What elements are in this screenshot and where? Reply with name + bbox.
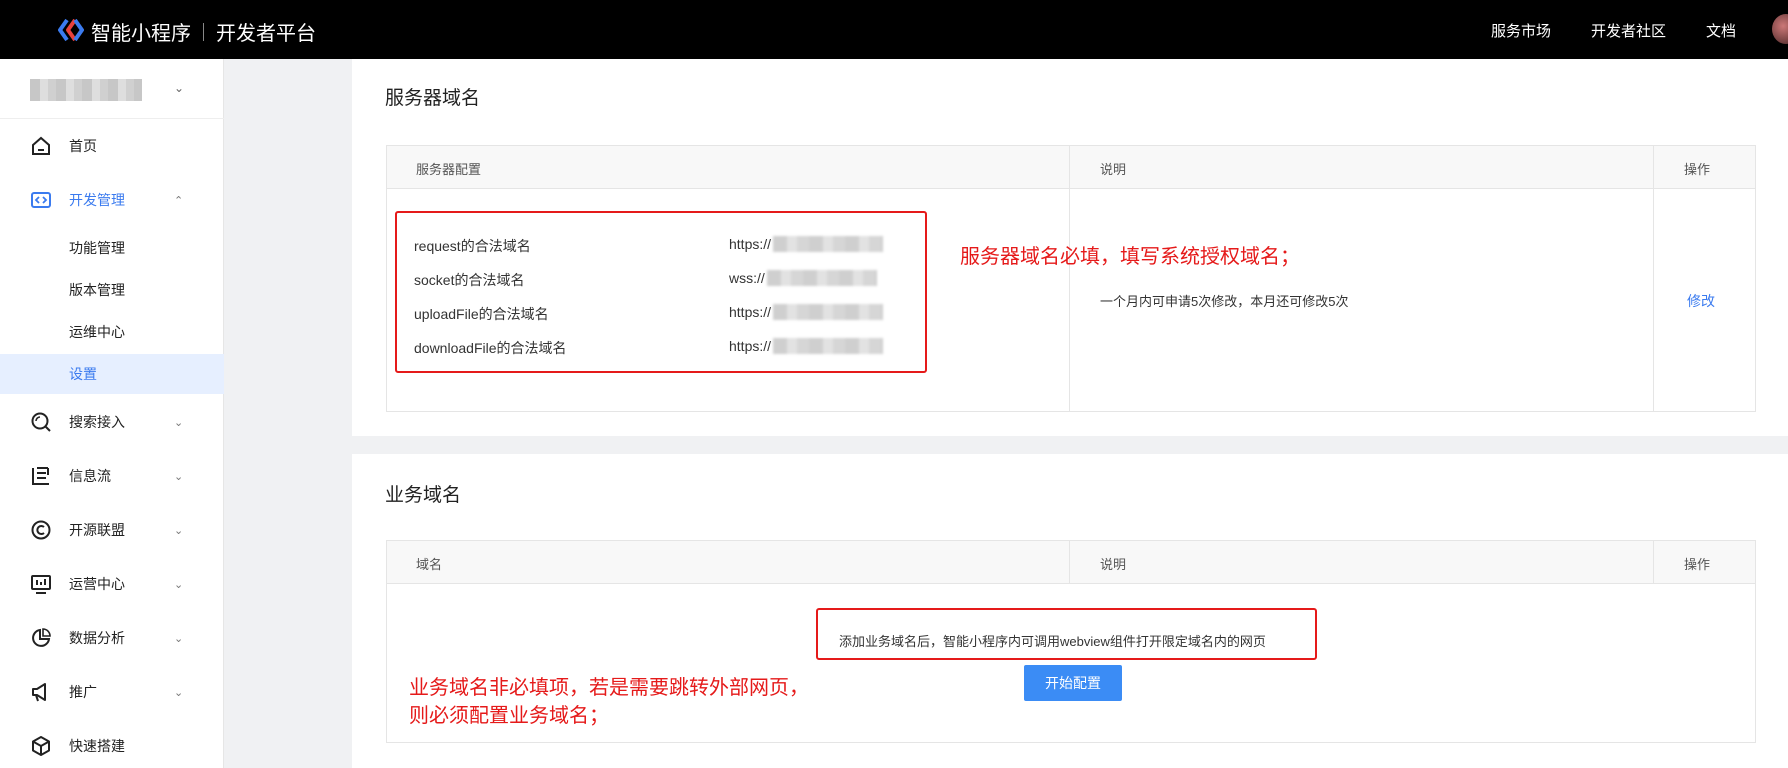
chevron-up-icon: ⌃	[174, 194, 184, 207]
header-domain: 域名	[416, 557, 443, 572]
header-description: 说明	[1100, 162, 1127, 177]
sidebar-subitem-ops-center[interactable]: 运维中心	[0, 312, 224, 352]
sidebar-item-label: 开源联盟	[69, 522, 125, 538]
home-icon	[32, 136, 50, 155]
chevron-down-icon[interactable]: ⌄	[174, 81, 184, 95]
sidebar-item-search-access[interactable]: 搜索接入 ⌄	[0, 402, 224, 442]
sidebar-item-promotion[interactable]: 推广 ⌄	[0, 672, 224, 712]
column-divider	[1653, 146, 1654, 411]
sidebar-subitem-version-management[interactable]: 版本管理	[0, 270, 224, 310]
cube-icon	[32, 736, 50, 756]
top-nav: 服务市场 开发者社区 文档	[1491, 20, 1736, 41]
sidebar-item-ops-center[interactable]: 运营中心 ⌄	[0, 564, 224, 604]
brand-separator	[203, 22, 204, 41]
table-header: 服务器配置 说明 操作	[387, 146, 1755, 189]
sidebar-item-label: 搜索接入	[69, 414, 125, 430]
highlight-box	[816, 608, 1317, 660]
chevron-down-icon: ⌄	[174, 416, 184, 429]
avatar[interactable]	[1772, 14, 1788, 44]
platform-name: 开发者平台	[216, 23, 316, 45]
dashboard-icon	[31, 575, 51, 594]
nav-docs[interactable]: 文档	[1706, 20, 1736, 41]
sidebar-item-data-analysis[interactable]: 数据分析 ⌄	[0, 618, 224, 658]
annotation-server-domain: 服务器域名必填，填写系统授权域名；	[960, 244, 1300, 268]
search-icon	[31, 412, 51, 432]
code-icon	[31, 192, 51, 208]
column-divider	[1069, 541, 1070, 584]
header-action: 操作	[1684, 557, 1711, 572]
sidebar-item-label: 快速搭建	[69, 738, 125, 754]
sidebar-item-label: 数据分析	[69, 630, 125, 646]
sidebar-item-label: 信息流	[69, 468, 111, 484]
server-domain-description: 一个月内可申请5次修改，本月还可修改5次	[1100, 294, 1349, 309]
megaphone-icon	[32, 683, 46, 702]
pie-chart-icon	[32, 628, 51, 647]
chevron-down-icon: ⌄	[174, 578, 184, 591]
sidebar: ⌄ 首页 开发管理 ⌃ 功能管理 版本管理 运维中心 设置 搜索接入 ⌄ 信息流…	[0, 59, 224, 768]
sidebar-item-label: 开发管理	[69, 192, 125, 208]
logo-icon	[58, 18, 84, 42]
nav-service-market[interactable]: 服务市场	[1491, 20, 1551, 41]
sidebar-item-label: 推广	[69, 684, 97, 700]
section-title-business-domain: 业务域名	[385, 485, 462, 506]
sidebar-subitem-feature-management[interactable]: 功能管理	[0, 228, 224, 268]
sidebar-item-dev-management[interactable]: 开发管理 ⌃	[0, 180, 224, 220]
brand[interactable]: 智能小程序 开发者平台	[91, 17, 316, 46]
sidebar-item-home[interactable]: 首页	[0, 126, 224, 166]
header-server-config: 服务器配置	[416, 162, 482, 177]
server-domain-card: 服务器域名 服务器配置 说明 操作 request的合法域名 https:// …	[352, 59, 1788, 436]
column-divider	[1653, 541, 1654, 584]
highlight-box	[395, 211, 927, 373]
chevron-down-icon: ⌄	[174, 524, 184, 537]
sidebar-subitem-label: 版本管理	[69, 282, 125, 298]
sidebar-item-quick-build[interactable]: 快速搭建	[0, 726, 224, 766]
annotation-business-domain-line1: 业务域名非必填项，若是需要跳转外部网页，	[409, 675, 809, 699]
header-action: 操作	[1684, 162, 1711, 177]
sidebar-item-feed[interactable]: 信息流 ⌄	[0, 456, 224, 496]
modify-link[interactable]: 修改	[1687, 291, 1715, 311]
nav-developer-community[interactable]: 开发者社区	[1591, 20, 1666, 41]
copyright-icon	[31, 520, 51, 540]
sidebar-subitem-label: 设置	[69, 366, 97, 382]
chevron-down-icon: ⌄	[174, 632, 184, 645]
table-header: 域名 说明 操作	[387, 541, 1755, 584]
column-divider	[1069, 146, 1070, 411]
annotation-business-domain-line2: 则必须配置业务域名；	[409, 703, 609, 727]
sidebar-item-open-source[interactable]: 开源联盟 ⌄	[0, 510, 224, 550]
chevron-down-icon: ⌄	[174, 470, 184, 483]
sidebar-item-label: 首页	[69, 138, 97, 154]
sidebar-subitem-label: 功能管理	[69, 240, 125, 256]
chevron-down-icon: ⌄	[174, 686, 184, 699]
sidebar-item-label: 运营中心	[69, 576, 125, 592]
divider	[0, 118, 224, 119]
account-name-blurred[interactable]	[30, 79, 142, 101]
feed-icon	[32, 467, 49, 485]
start-config-button[interactable]: 开始配置	[1024, 665, 1122, 701]
business-domain-card: 业务域名 域名 说明 操作 添加业务域名后，智能小程序内可调用webview组件…	[352, 454, 1788, 768]
top-bar: 智能小程序 开发者平台 服务市场 开发者社区 文档	[0, 0, 1788, 59]
brand-name: 智能小程序	[91, 23, 191, 45]
header-description: 说明	[1100, 557, 1127, 572]
sidebar-subitem-label: 运维中心	[69, 324, 125, 340]
sidebar-subitem-settings[interactable]: 设置	[0, 354, 224, 394]
section-title-server-domain: 服务器域名	[385, 88, 481, 109]
